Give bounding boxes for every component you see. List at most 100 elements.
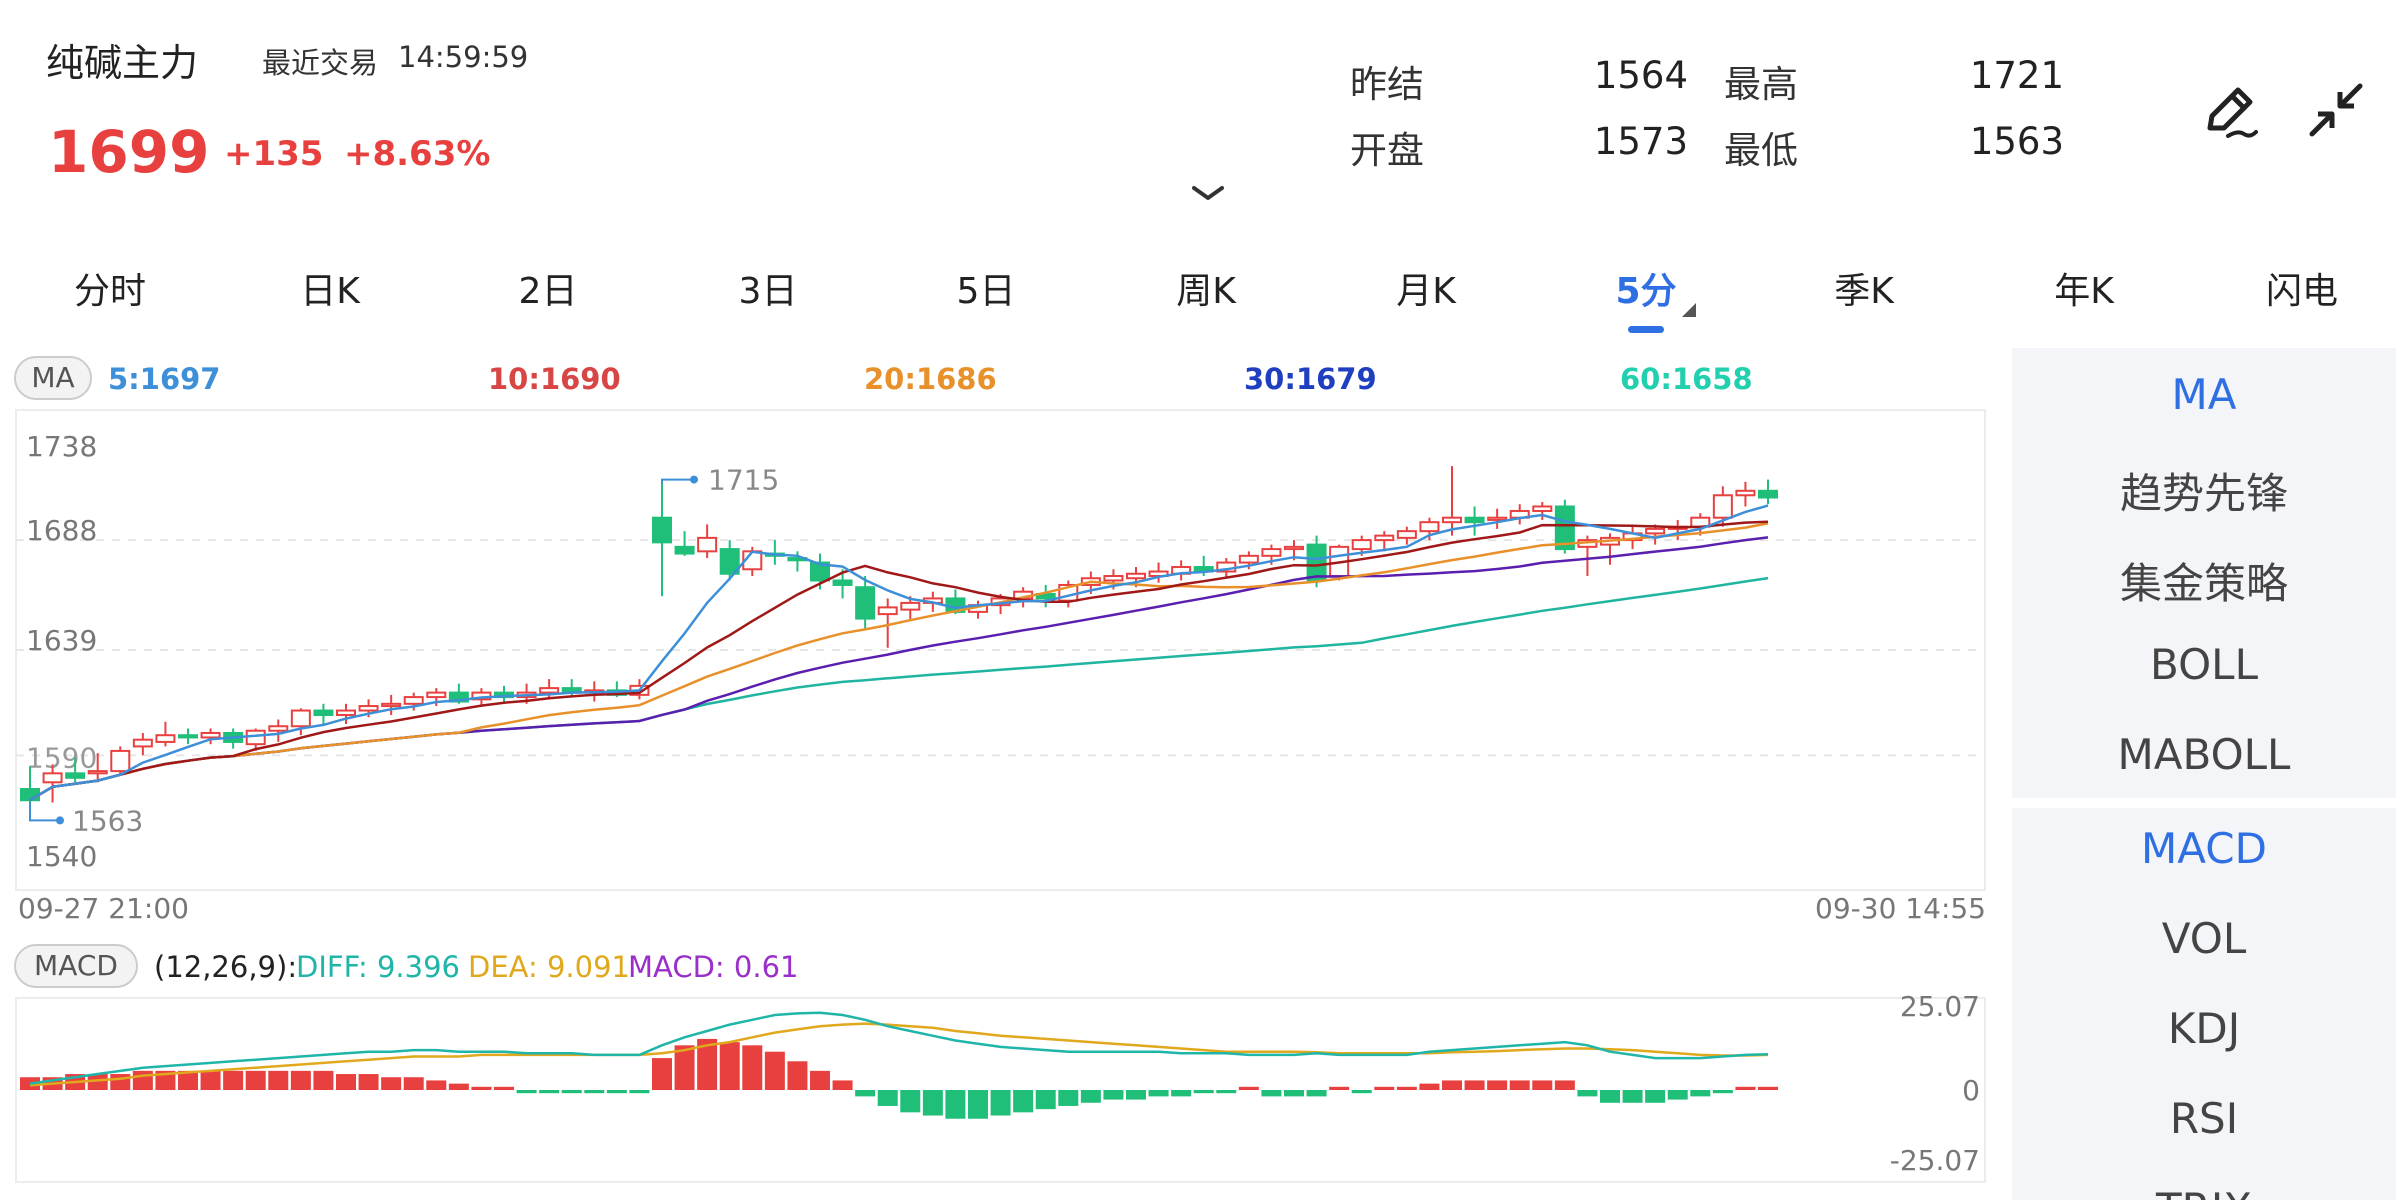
sub-indicator-item[interactable]: RSI [2012, 1094, 2396, 1143]
last-price: 1699 [48, 118, 210, 186]
x-end-label: 09-30 14:55 [1815, 892, 1986, 920]
candle-up [877, 606, 898, 616]
candle-up [1487, 516, 1508, 521]
macd-bar-positive [313, 1070, 334, 1090]
macd-bar-negative [1577, 1090, 1598, 1097]
macd-bar-negative [1351, 1090, 1372, 1094]
candle-up [1419, 521, 1440, 533]
macd-bar-negative [1193, 1090, 1214, 1094]
macd-bar-negative [1148, 1090, 1169, 1097]
macd-bar-positive [268, 1070, 289, 1090]
macd-bar-negative [1126, 1090, 1146, 1100]
main-indicator-item[interactable]: MA [2012, 370, 2396, 419]
macd-bar-positive [787, 1061, 808, 1090]
candle-up [1351, 539, 1372, 551]
low-value: 1563 [1969, 120, 2064, 163]
candle-up [1712, 494, 1733, 519]
macd-bar-positive [1735, 1086, 1756, 1090]
sub-indicator-item[interactable]: VOL [2012, 914, 2396, 963]
tab-7[interactable]: 5分 [1566, 262, 1726, 314]
macd-bar-negative [1035, 1090, 1056, 1110]
tab-3[interactable]: 3日 [688, 262, 848, 314]
macd-diff-value: DIFF: 9.396 [296, 950, 461, 984]
macd-y-tick: -25.07 [1890, 1144, 1980, 1177]
macd-bar-positive [403, 1077, 424, 1090]
macd-bar-negative [990, 1090, 1011, 1116]
candle-up [381, 702, 402, 708]
chevron-down-icon[interactable] [1190, 182, 1226, 206]
macd-bar-negative [1712, 1090, 1733, 1094]
sub-indicator-item[interactable]: TRIX [2012, 1184, 2396, 1200]
candle-up [1442, 516, 1462, 524]
ma10-line [29, 520, 1769, 802]
main-indicator-item[interactable]: 趋势先锋 [2012, 460, 2396, 521]
ma-legend-item: 10:1690 [488, 362, 621, 396]
macd-bar-negative [1622, 1090, 1643, 1103]
dea-line [29, 1022, 1769, 1087]
candle-up [290, 709, 311, 728]
sub-indicator-item[interactable]: KDJ [2012, 1004, 2396, 1053]
high-marker-dot [690, 475, 698, 484]
main-indicator-item[interactable]: MABOLL [2012, 730, 2396, 779]
active-tab-underline [1628, 326, 1664, 333]
low-marker-line [29, 802, 60, 822]
macd-bar-positive [1509, 1080, 1530, 1090]
open-label: 开盘 [1350, 129, 1424, 172]
y-tick-label: 1540 [26, 840, 97, 873]
macd-bar-negative [1690, 1090, 1711, 1097]
tab-9[interactable]: 年K [2004, 262, 2164, 314]
macd-hist-value: MACD: 0.61 [628, 950, 799, 984]
macd-bar-negative [1306, 1090, 1327, 1097]
low-marker-label: 1563 [72, 804, 143, 837]
candle-down [20, 788, 40, 802]
candle-up [1735, 489, 1756, 497]
tab-2[interactable]: 2日 [468, 262, 628, 314]
tab-5[interactable]: 周K [1126, 262, 1286, 314]
candle-up [87, 770, 108, 775]
macd-bar-negative [877, 1090, 898, 1106]
candle-up [358, 705, 379, 712]
macd-bar-negative [1261, 1090, 1282, 1097]
candle-up [539, 687, 560, 694]
draw-pen-icon[interactable] [2198, 78, 2262, 142]
candle-down [832, 579, 853, 586]
macd-bar-negative [1103, 1090, 1124, 1100]
tab-0[interactable]: 分时 [30, 262, 190, 314]
ma-legend-item: 5:1697 [108, 362, 221, 396]
diff-line [29, 1011, 1769, 1085]
ma-legend-label[interactable]: MA [14, 356, 92, 400]
tab-8[interactable]: 季K [1784, 262, 1944, 314]
candle-up [1238, 554, 1259, 564]
candle-up [900, 601, 921, 611]
x-start-label: 09-27 21:00 [18, 892, 189, 920]
macd-legend-label[interactable]: MACD [14, 944, 138, 988]
macd-bar-positive [1396, 1086, 1417, 1090]
tab-10[interactable]: 闪电 [2222, 262, 2382, 314]
candle-down [652, 516, 672, 544]
collapse-arrows-icon[interactable] [2304, 78, 2368, 142]
candlestick-chart[interactable]: 1738 1688 1639 1540 1590 1715 1563 09-27 21:00 0… [0, 400, 2010, 920]
candle-up [426, 691, 447, 699]
macd-bar-positive [742, 1045, 763, 1090]
macd-bar-positive [426, 1080, 447, 1090]
main-indicator-item[interactable]: 集金策略 [2012, 550, 2396, 611]
tab-4[interactable]: 5日 [906, 262, 1066, 314]
candle-up [1126, 572, 1146, 580]
candle-up [1103, 575, 1124, 582]
open-value: 1573 [1593, 120, 1688, 163]
candle-up [403, 696, 424, 705]
macd-bar-negative [629, 1090, 650, 1094]
tab-1[interactable]: 日K [250, 262, 410, 314]
macd-bar-positive [1554, 1080, 1575, 1090]
tab-6[interactable]: 月K [1346, 262, 1506, 314]
candle-up [1532, 505, 1553, 512]
macd-bar-negative [1667, 1090, 1688, 1100]
macd-bar-positive [1329, 1086, 1350, 1090]
macd-bar-negative [606, 1090, 627, 1094]
macd-bar-positive [1464, 1080, 1485, 1090]
sub-indicator-item[interactable]: MACD [2012, 824, 2396, 873]
macd-chart[interactable]: 25.07 0 -25.07 [0, 990, 2010, 1200]
high-marker-line [661, 478, 694, 484]
main-indicator-item[interactable]: BOLL [2012, 640, 2396, 689]
ma-legend-item: 30:1679 [1244, 362, 1377, 396]
